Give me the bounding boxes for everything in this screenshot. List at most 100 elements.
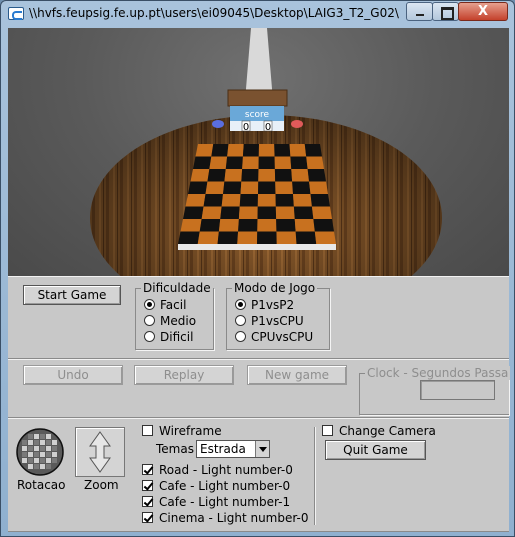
- board-square[interactable]: [257, 231, 277, 245]
- board-square[interactable]: [292, 181, 311, 195]
- start-game-button[interactable]: Start Game: [23, 285, 121, 305]
- board-square[interactable]: [293, 194, 312, 207]
- board-square[interactable]: [207, 169, 226, 182]
- board-square[interactable]: [275, 206, 295, 220]
- maximize-button[interactable]: [432, 2, 459, 21]
- light-toggle[interactable]: Cinema - Light number-0: [142, 510, 309, 526]
- board-square[interactable]: [225, 156, 243, 170]
- mode-option-cpuvscpu[interactable]: CPUvsCPU: [235, 329, 313, 345]
- board-square[interactable]: [274, 156, 292, 170]
- board-square[interactable]: [304, 144, 322, 157]
- board-square[interactable]: [185, 194, 206, 207]
- undo-button[interactable]: Undo: [23, 365, 123, 385]
- board-square[interactable]: [274, 144, 291, 157]
- board-square[interactable]: [294, 219, 315, 232]
- light-toggle[interactable]: Cafe - Light number-1: [142, 494, 290, 510]
- board-square[interactable]: [257, 219, 277, 232]
- light-checkbox[interactable]: [142, 480, 153, 491]
- zoom-control[interactable]: [75, 427, 125, 477]
- change-camera-checkbox[interactable]: [322, 425, 333, 436]
- light-checkbox[interactable]: [142, 496, 153, 507]
- board-square[interactable]: [209, 156, 228, 170]
- board-square[interactable]: [238, 219, 258, 232]
- temas-dropdown[interactable]: Estrada: [196, 440, 270, 458]
- radio-dificil[interactable]: [144, 331, 155, 342]
- board-square[interactable]: [275, 194, 294, 207]
- board-square[interactable]: [217, 231, 239, 245]
- board-square[interactable]: [211, 144, 229, 157]
- minimize-button[interactable]: [406, 2, 433, 21]
- board-square[interactable]: [258, 181, 276, 195]
- board-square[interactable]: [314, 231, 336, 245]
- replay-button[interactable]: Replay: [134, 365, 234, 385]
- board-square[interactable]: [274, 169, 293, 182]
- board-square[interactable]: [258, 144, 275, 157]
- board-square[interactable]: [258, 169, 276, 182]
- dropdown-arrow-icon[interactable]: [255, 441, 269, 457]
- board-square[interactable]: [276, 219, 296, 232]
- board-square[interactable]: [276, 231, 297, 245]
- board-square[interactable]: [227, 144, 244, 157]
- board-square[interactable]: [310, 194, 331, 207]
- board-square[interactable]: [224, 169, 243, 182]
- radio-p1vscpu[interactable]: [235, 315, 246, 326]
- board-square[interactable]: [307, 169, 326, 182]
- board-square[interactable]: [223, 181, 242, 195]
- board-square[interactable]: [180, 219, 202, 232]
- board-square[interactable]: [238, 206, 258, 220]
- board-square[interactable]: [295, 231, 317, 245]
- board-square[interactable]: [201, 206, 222, 220]
- mode-option-p1vsp2[interactable]: P1vsP2: [235, 297, 294, 313]
- difficulty-option-dificil[interactable]: Dificil: [144, 329, 193, 345]
- light-checkbox[interactable]: [142, 464, 153, 475]
- mode-option-p1vscpu[interactable]: P1vsCPU: [235, 313, 304, 329]
- board-square[interactable]: [237, 231, 258, 245]
- board-square[interactable]: [199, 219, 221, 232]
- board-square[interactable]: [193, 156, 212, 170]
- radio-medio[interactable]: [144, 315, 155, 326]
- board-square[interactable]: [242, 156, 259, 170]
- board-square[interactable]: [218, 219, 239, 232]
- radio-facil[interactable]: [144, 299, 155, 310]
- game-viewport[interactable]: score 0 0: [8, 28, 509, 276]
- board-square[interactable]: [197, 231, 219, 245]
- difficulty-option-medio[interactable]: Medio: [144, 313, 196, 329]
- board-square[interactable]: [257, 206, 277, 220]
- board-square[interactable]: [178, 231, 200, 245]
- board-square[interactable]: [205, 181, 225, 195]
- board-square[interactable]: [221, 194, 241, 207]
- board-square[interactable]: [289, 144, 307, 157]
- board-square[interactable]: [291, 169, 310, 182]
- board-square[interactable]: [239, 194, 258, 207]
- board-square[interactable]: [241, 169, 259, 182]
- board-square[interactable]: [309, 181, 328, 195]
- board-square[interactable]: [183, 206, 204, 220]
- wireframe-toggle[interactable]: Wireframe: [142, 423, 222, 439]
- board-square[interactable]: [257, 194, 276, 207]
- board-square[interactable]: [275, 181, 293, 195]
- rotation-control-icon[interactable]: [16, 428, 64, 476]
- light-toggle[interactable]: Cafe - Light number-0: [142, 478, 290, 494]
- quit-game-button[interactable]: Quit Game: [325, 440, 426, 460]
- radio-cpuvscpu[interactable]: [235, 331, 246, 342]
- board-square[interactable]: [293, 206, 314, 220]
- light-toggle[interactable]: Road - Light number-0: [142, 462, 293, 478]
- wireframe-checkbox[interactable]: [142, 425, 153, 436]
- light-checkbox[interactable]: [142, 512, 153, 523]
- board-square[interactable]: [195, 144, 214, 157]
- close-button[interactable]: X: [458, 2, 508, 21]
- difficulty-option-facil[interactable]: Facil: [144, 297, 186, 313]
- radio-p1vsp2[interactable]: [235, 299, 246, 310]
- board-square[interactable]: [313, 219, 334, 232]
- board-square[interactable]: [242, 144, 259, 157]
- board-square[interactable]: [306, 156, 324, 170]
- board-square[interactable]: [203, 194, 223, 207]
- board-square[interactable]: [240, 181, 259, 195]
- board-square[interactable]: [188, 181, 208, 195]
- board-square[interactable]: [311, 206, 332, 220]
- title-bar[interactable]: \\hvfs.feupsig.fe.up.pt\users\ei09045\De…: [1, 1, 514, 28]
- board-square[interactable]: [258, 156, 275, 170]
- change-camera-toggle[interactable]: Change Camera: [322, 423, 436, 439]
- board-square[interactable]: [290, 156, 308, 170]
- new-game-button[interactable]: New game: [247, 365, 347, 385]
